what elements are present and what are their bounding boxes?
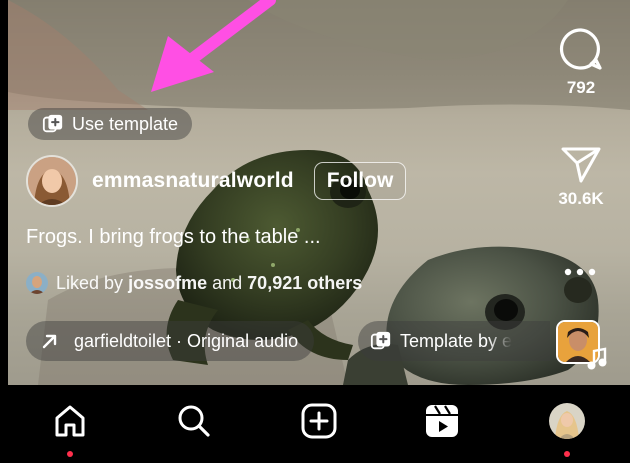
follow-button[interactable]: Follow	[313, 162, 407, 200]
search-icon	[178, 405, 210, 437]
create-icon	[301, 403, 337, 439]
use-template-label: Use template	[72, 113, 179, 134]
author-avatar[interactable]	[26, 155, 78, 207]
template-by-button[interactable]: Template by e	[358, 321, 550, 361]
more-dots-icon	[564, 268, 596, 276]
nav-profile[interactable]	[545, 399, 589, 443]
liked-by-row[interactable]: Liked by jossofme and 70,921 others	[26, 272, 362, 294]
template-by-label: Template by e	[400, 330, 513, 351]
liked-by-avatar	[26, 272, 48, 294]
profile-notification-dot	[564, 451, 570, 457]
liked-by-user[interactable]: jossofme	[128, 273, 207, 294]
share-button[interactable]: 30.6K	[546, 143, 616, 209]
liked-by-count[interactable]: 70,921 others	[247, 273, 362, 294]
comment-count: 792	[566, 78, 596, 97]
comment-button[interactable]: 792	[552, 26, 610, 98]
liked-by-and: and	[212, 272, 243, 293]
audio-label: garfieldtoilet · Original audio	[74, 330, 299, 351]
profile-avatar	[549, 403, 585, 439]
more-options-button[interactable]	[560, 260, 600, 284]
arrow-up-right-icon	[42, 334, 57, 349]
reel-caption[interactable]: Frogs. I bring frogs to the table ...	[26, 226, 321, 249]
music-note-icon	[587, 347, 607, 370]
comment-icon	[559, 28, 602, 70]
nav-search[interactable]	[172, 399, 216, 443]
reels-icon	[426, 405, 458, 437]
home-notification-dot	[67, 451, 73, 457]
original-audio-button[interactable]: garfieldtoilet · Original audio	[26, 321, 315, 361]
use-template-button[interactable]: Use template	[28, 108, 193, 140]
template-icon	[370, 331, 391, 350]
share-count: 30.6K	[558, 189, 604, 208]
template-icon	[42, 114, 63, 133]
nav-home[interactable]	[48, 399, 92, 443]
liked-by-prefix: Liked by	[56, 272, 124, 293]
author-row: emmasnaturalworld Follow	[26, 155, 407, 207]
bottom-navigation	[0, 385, 630, 463]
home-icon	[55, 405, 85, 437]
nav-reels[interactable]	[420, 399, 464, 443]
nav-create[interactable]	[297, 399, 341, 443]
paper-plane-icon	[561, 147, 601, 183]
author-username[interactable]: emmasnaturalworld	[92, 169, 294, 193]
